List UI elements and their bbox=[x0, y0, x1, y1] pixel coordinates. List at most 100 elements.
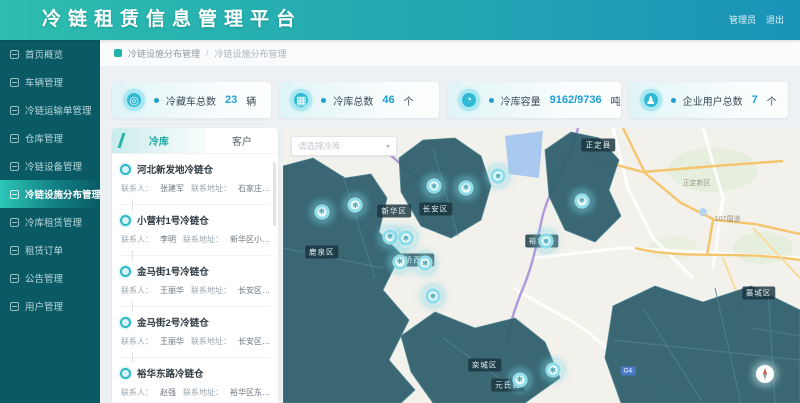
menu-icon bbox=[10, 246, 19, 255]
storage-list-item[interactable]: 金马街2号冷链仓 联系人：王丽华 联系地址：长安区金马街道15号 bbox=[120, 307, 270, 358]
district-label-chip: 正定县 bbox=[582, 138, 616, 151]
menu-icon bbox=[10, 190, 19, 199]
username-label: 管理员 bbox=[729, 0, 756, 40]
panel-tab[interactable]: 冷库 bbox=[112, 128, 206, 153]
storage-marker-icon bbox=[120, 215, 131, 226]
cold-storage-map-marker-icon[interactable]: ❄ bbox=[390, 252, 410, 272]
storage-marker-icon bbox=[120, 266, 131, 277]
cold-storage-map-marker-icon[interactable]: ❄ bbox=[312, 202, 332, 222]
menu-icon bbox=[10, 106, 19, 115]
address-value: 长安区金马街道15号 bbox=[238, 336, 270, 347]
storage-list-item[interactable]: 裕华东路冷链仓 联系人：赵强 联系地址：裕华区东岗路88号 bbox=[120, 358, 270, 403]
menu-icon bbox=[10, 134, 19, 143]
cold-storage-map-marker-icon[interactable]: ❄ bbox=[536, 231, 556, 251]
bullet-dot-icon bbox=[154, 98, 159, 103]
stat-card: ▦ 冷库总数 46 个 bbox=[279, 82, 438, 118]
stat-card: ◔ 冷库容量 9162/9736 吨 bbox=[447, 82, 621, 118]
menu-icon bbox=[10, 162, 19, 171]
cold-storage-map-marker-icon[interactable]: ❄ bbox=[396, 228, 416, 248]
sidebar-item[interactable]: 首页概览 bbox=[0, 40, 100, 68]
district-label-chip: 栾城区 bbox=[468, 358, 502, 371]
menu-icon bbox=[10, 50, 19, 59]
stat-icon: ◔ bbox=[456, 87, 482, 113]
stat-value: 46 bbox=[382, 94, 394, 106]
compass-control-icon[interactable] bbox=[756, 365, 774, 383]
road-shield-chip: G4 bbox=[620, 367, 635, 376]
sidebar-item-label: 租赁订单 bbox=[25, 243, 63, 257]
map-canvas[interactable] bbox=[283, 128, 800, 403]
sidebar-item-label: 冷库租赁管理 bbox=[25, 215, 82, 229]
menu-icon bbox=[10, 302, 19, 311]
cold-storage-map-marker-icon[interactable]: ❄ bbox=[423, 286, 443, 306]
cold-storage-map-marker-icon[interactable]: ❄ bbox=[424, 176, 444, 196]
sidebar-item-label: 冷链设备管理 bbox=[25, 159, 82, 173]
sidebar-item-label: 首页概览 bbox=[25, 47, 63, 61]
list-scrollbar[interactable] bbox=[273, 162, 276, 226]
district-label-chip: 新华区 bbox=[377, 204, 411, 217]
sidebar-item[interactable]: 仓库管理 bbox=[0, 124, 100, 152]
cold-storage-map-marker-icon[interactable]: ❄ bbox=[345, 195, 365, 215]
stat-value: 23 bbox=[225, 94, 237, 106]
storage-list-item[interactable]: 河北新发地冷链仓 联系人：张建军 联系地址：石家庄市桥西区北二环1号 bbox=[120, 154, 270, 205]
contact-value: 王丽华 bbox=[160, 285, 184, 296]
cold-storage-map-marker-icon[interactable]: ❄ bbox=[510, 370, 530, 390]
storage-list-panel: 冷库 客户 河北新发地冷链仓 联系人：张建 bbox=[112, 128, 278, 403]
storage-select-dropdown[interactable]: 请选择冷库 ▾ bbox=[291, 136, 397, 156]
contact-label: 联系人： bbox=[121, 285, 153, 296]
breadcrumb-root[interactable]: 冷链设施分布管理 bbox=[128, 47, 200, 60]
sidebar-item-label: 仓库管理 bbox=[25, 131, 63, 145]
contact-value: 赵强 bbox=[160, 387, 176, 398]
logout-button[interactable]: 退出 bbox=[766, 0, 784, 40]
sidebar-item-label: 用户管理 bbox=[25, 299, 63, 313]
stat-unit: 辆 bbox=[246, 93, 256, 108]
breadcrumb-separator: / bbox=[206, 48, 209, 58]
address-value: 新华区小营村工业园22号 bbox=[230, 234, 270, 245]
select-placeholder: 请选择冷库 bbox=[298, 140, 341, 152]
sidebar-item-label: 车辆管理 bbox=[25, 75, 63, 89]
contact-label: 联系人： bbox=[121, 183, 153, 194]
district-label-chip: 藁城区 bbox=[742, 287, 776, 300]
sidebar-item[interactable]: 冷链设施分布管理 bbox=[0, 180, 100, 208]
sidebar-item-label: 冷链运输单管理 bbox=[25, 103, 92, 117]
stat-unit: 个 bbox=[404, 93, 414, 108]
sidebar-item[interactable]: 公告管理 bbox=[0, 264, 100, 292]
stat-card: ♟ 企业用户总数 7 个 bbox=[629, 82, 788, 118]
cold-storage-map-marker-icon[interactable]: ❄ bbox=[415, 253, 435, 273]
cold-storage-map-marker-icon[interactable]: ❄ bbox=[572, 191, 592, 211]
stat-label: 冷库容量 bbox=[501, 93, 541, 108]
cold-storage-map-marker-icon[interactable]: ❄ bbox=[488, 166, 508, 186]
storage-name: 金马街1号冷链仓 bbox=[137, 264, 209, 278]
sidebar-item[interactable]: 车辆管理 bbox=[0, 68, 100, 96]
panel-tab[interactable]: 客户 bbox=[206, 128, 278, 153]
storage-list-item[interactable]: 金马街1号冷链仓 联系人：王丽华 联系地址：长安区金马街道12号 bbox=[120, 256, 270, 307]
sidebar-item[interactable]: 冷链运输单管理 bbox=[0, 96, 100, 124]
road-name-label: 107国道 bbox=[715, 214, 741, 224]
storage-name: 河北新发地冷链仓 bbox=[137, 162, 213, 176]
stat-card: ◎ 冷藏车总数 23 辆 bbox=[112, 82, 271, 118]
map-container[interactable]: 请选择冷库 ▾ 新华区 长安区 桥西区 裕华区 正定县 鹿泉区 bbox=[283, 128, 800, 403]
sidebar-item[interactable]: 租赁订单 bbox=[0, 236, 100, 264]
address-label: 联系地址： bbox=[191, 285, 231, 296]
bullet-dot-icon bbox=[321, 98, 326, 103]
cold-storage-map-marker-icon[interactable]: ❄ bbox=[543, 360, 563, 380]
contact-value: 王丽华 bbox=[160, 336, 184, 347]
sidebar-item[interactable]: 用户管理 bbox=[0, 292, 100, 320]
stat-icon: ▦ bbox=[288, 87, 314, 113]
app-title: 冷链租赁信息管理平台 bbox=[42, 0, 302, 40]
address-value: 裕华区东岗路88号 bbox=[230, 387, 270, 398]
district-label-chip: 长安区 bbox=[419, 203, 453, 216]
sidebar-item[interactable]: 冷库租赁管理 bbox=[0, 208, 100, 236]
cold-storage-map-marker-icon[interactable]: ❄ bbox=[456, 178, 476, 198]
address-label: 联系地址： bbox=[191, 336, 231, 347]
road-name-label: 正定新区 bbox=[683, 178, 711, 188]
contact-label: 联系人： bbox=[121, 336, 153, 347]
stat-label: 冷藏车总数 bbox=[166, 93, 216, 108]
bullet-dot-icon bbox=[671, 98, 676, 103]
storage-list-item[interactable]: 小营村1号冷链仓 联系人：李明 联系地址：新华区小营村工业园22号 bbox=[120, 205, 270, 256]
sidebar-item[interactable]: 冷链设备管理 bbox=[0, 152, 100, 180]
panel-tabs: 冷库 客户 bbox=[112, 128, 278, 154]
breadcrumb-current: 冷链设施分布管理 bbox=[215, 47, 287, 60]
storage-marker-icon bbox=[120, 317, 131, 328]
sidebar: 首页概览 车辆管理 冷链运输单管理 仓库管理 冷链设备管理 冷链设施分布管理 冷… bbox=[0, 40, 100, 403]
contact-label: 联系人： bbox=[121, 234, 153, 245]
